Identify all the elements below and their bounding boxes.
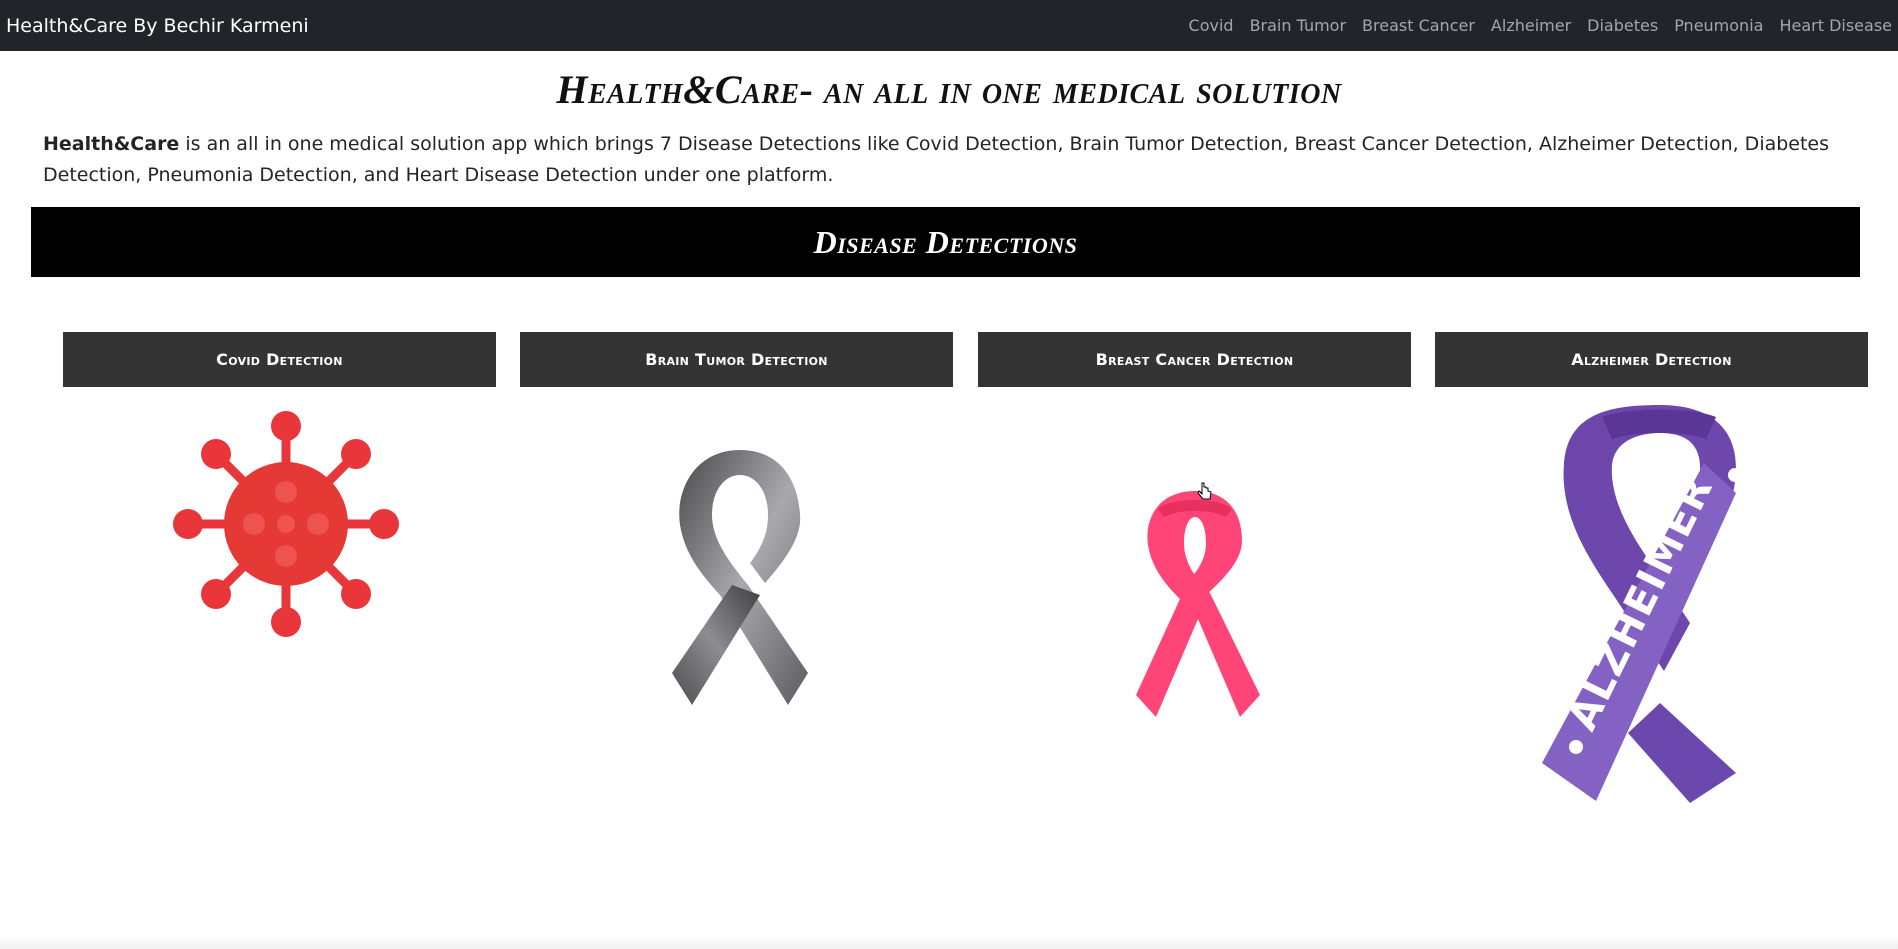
alzheimer-detection-header[interactable]: Alzheimer Detection (1435, 332, 1868, 387)
intro-text: is an all in one medical solution app wh… (43, 133, 1830, 186)
brain-tumor-detection-header[interactable]: Brain Tumor Detection (520, 332, 953, 387)
nav-link-breast-cancer[interactable]: Breast Cancer (1362, 16, 1475, 35)
nav-link-pneumonia[interactable]: Pneumonia (1674, 16, 1763, 35)
pink-ribbon-icon[interactable] (1122, 487, 1268, 719)
purple-ribbon-icon[interactable]: ALZHEIMER (1540, 403, 1762, 805)
nav-link-heart-disease[interactable]: Heart Disease (1779, 16, 1892, 35)
nav-link-covid[interactable]: Covid (1189, 16, 1234, 35)
mouse-cursor-icon (1197, 482, 1212, 500)
nav-link-brain-tumor[interactable]: Brain Tumor (1250, 16, 1346, 35)
nav-link-diabetes[interactable]: Diabetes (1587, 16, 1658, 35)
navbar-brand[interactable]: Health&Care By Bechir Karmeni (6, 15, 309, 37)
breast-cancer-detection-header[interactable]: Breast Cancer Detection (978, 332, 1411, 387)
intro-paragraph: Health&Care is an all in one medical sol… (43, 129, 1863, 191)
navbar: Health&Care By Bechir Karmeni Covid Brai… (0, 0, 1898, 51)
covid-detection-header[interactable]: Covid Detection (63, 332, 496, 387)
covid-virus-icon[interactable] (170, 408, 402, 640)
nav-link-alzheimer[interactable]: Alzheimer (1491, 16, 1571, 35)
gray-ribbon-icon[interactable] (640, 445, 840, 717)
section-banner: Disease Detections (31, 207, 1860, 277)
bottom-edge (0, 935, 1898, 949)
section-title: Disease Detections (813, 223, 1078, 260)
nav-links: Covid Brain Tumor Breast Cancer Alzheime… (1189, 16, 1892, 35)
intro-brand: Health&Care (43, 133, 180, 155)
page-title: Health&Care- an all in one medical solut… (556, 67, 1342, 112)
